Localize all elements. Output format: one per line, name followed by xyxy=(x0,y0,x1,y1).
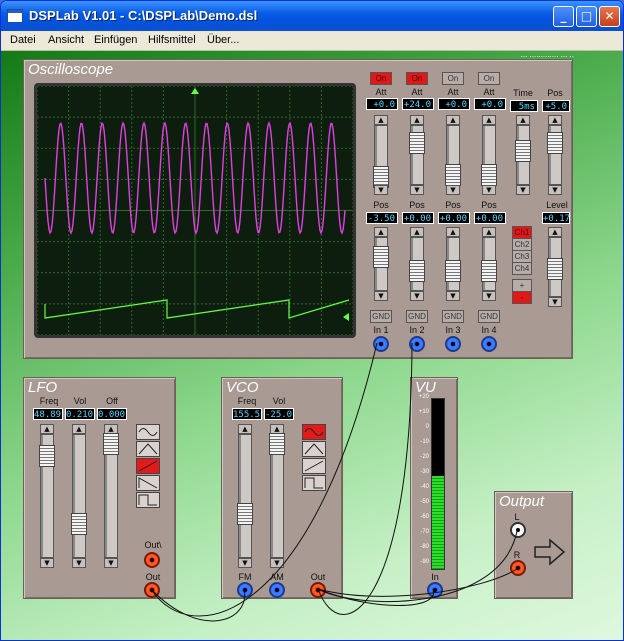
menu-ueber[interactable]: Über... xyxy=(207,34,239,46)
window-title: DSPLab V1.01 - C:\DSPLab\Demo.dsl xyxy=(29,8,258,23)
menu-einfuegen[interactable]: Einfügen xyxy=(94,34,137,46)
cable-vco-to-out-r xyxy=(317,568,518,597)
cable-vco-to-vu xyxy=(317,588,435,606)
patch-cables xyxy=(150,342,518,622)
app-window: DSPLab V1.01 - C:\DSPLab\Demo.dsl _ □ ✕ … xyxy=(0,0,624,641)
menu-hilfsmittel[interactable]: Hilfsmittel xyxy=(148,34,196,46)
menu-ansicht[interactable]: Ansicht xyxy=(48,34,84,46)
cable-vco-to-in2 xyxy=(317,342,413,615)
cable-vco-to-out-l xyxy=(317,530,518,603)
menu-datei[interactable]: Datei xyxy=(10,34,36,46)
title-bar[interactable]: DSPLab V1.01 - C:\DSPLab\Demo.dsl _ □ ✕ xyxy=(1,1,623,31)
maximize-button[interactable]: □ xyxy=(576,6,597,27)
close-button[interactable]: ✕ xyxy=(599,6,620,27)
menu-bar: Datei Ansicht Einfügen Hilfsmittel Über.… xyxy=(1,31,623,51)
workspace-canvas[interactable]: Oscilloscope ... ............. ... .. On… xyxy=(1,50,623,640)
app-icon xyxy=(7,9,23,23)
cable-lfo-to-in1 xyxy=(150,342,378,617)
minimize-button[interactable]: _ xyxy=(553,6,574,27)
